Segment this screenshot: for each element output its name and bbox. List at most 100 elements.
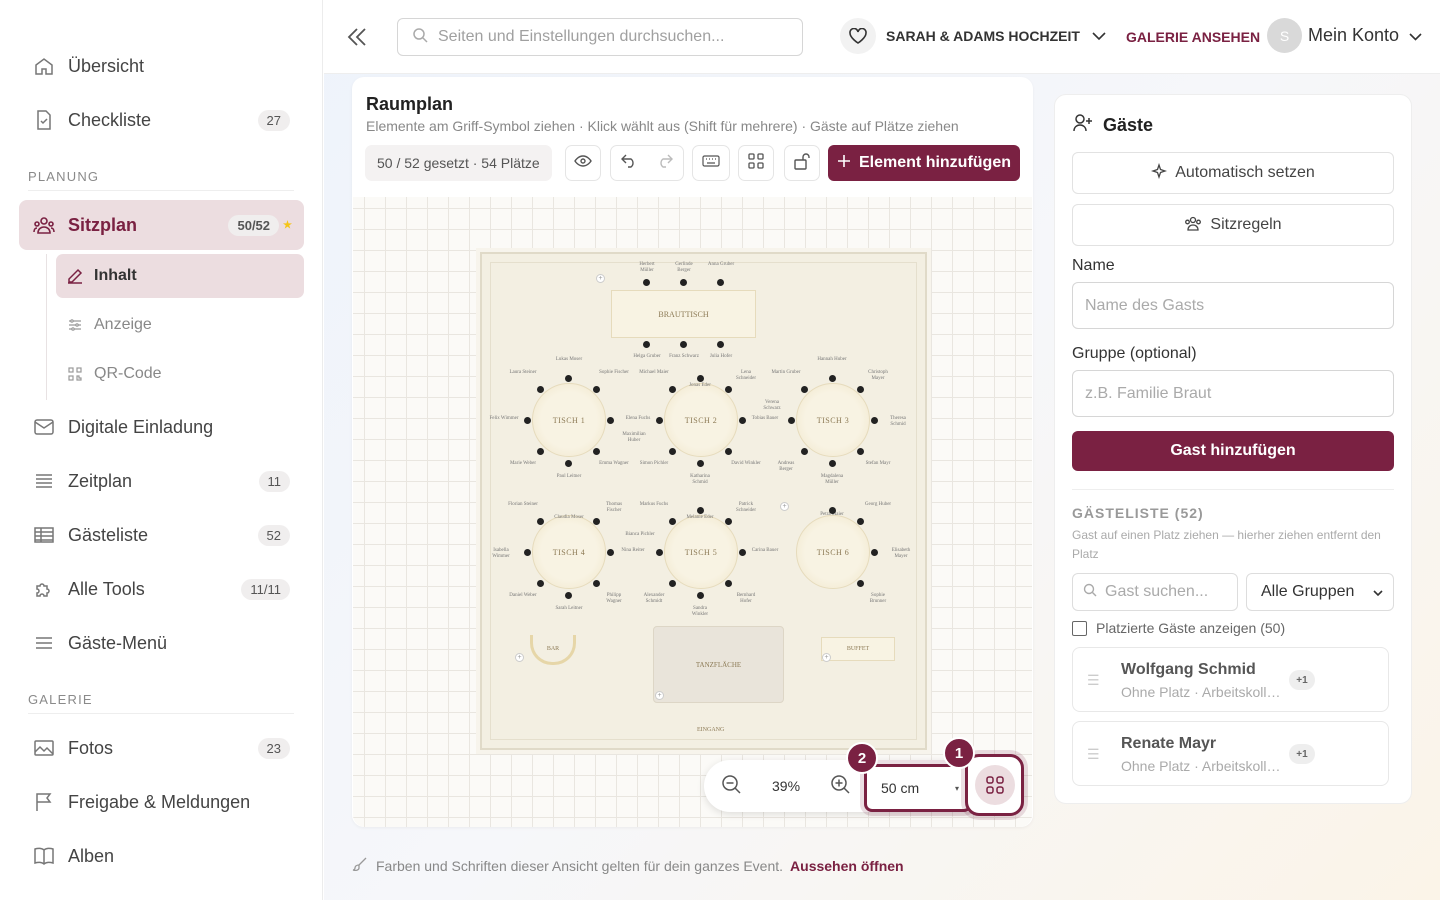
seat[interactable] [788,417,795,424]
seat[interactable] [697,460,704,467]
auto-assign-button[interactable]: Automatisch setzen [1072,152,1394,194]
nav-item-albums[interactable]: Alben [19,831,304,881]
seat[interactable] [680,279,687,286]
add-guest-button[interactable]: Gast hinzufügen [1072,431,1394,471]
nav-item-invitation[interactable]: Digitale Einladung [19,402,304,452]
table-6[interactable]: TISCH 6 [796,515,870,589]
visibility-button[interactable] [565,145,601,181]
seat[interactable] [607,417,614,424]
view-gallery-link[interactable]: GALERIE ANSEHEN [1126,29,1260,45]
seat[interactable] [537,580,544,587]
guest-group-input[interactable]: z.B. Familie Braut [1072,370,1394,417]
seat[interactable] [857,580,864,587]
seat[interactable] [643,279,650,286]
group-filter-select[interactable]: Alle Gruppen [1246,573,1394,611]
seat[interactable] [871,549,878,556]
seat[interactable] [524,549,531,556]
seat[interactable] [669,518,676,525]
nav-item-seating[interactable]: Sitzplan 50/52 ★ [19,200,304,250]
seat[interactable] [725,448,732,455]
seat[interactable] [643,341,650,348]
seat[interactable] [725,518,732,525]
subnav-item-display[interactable]: Anzeige [56,303,304,347]
nav-item-schedule[interactable]: Zeitplan 11 [19,456,304,506]
seat[interactable] [669,386,676,393]
seat[interactable] [524,417,531,424]
add-element-button[interactable]: Element hinzufügen [828,145,1020,181]
seat[interactable] [829,507,836,514]
plus-icon[interactable]: + [515,653,524,662]
seat[interactable] [565,375,572,382]
seat[interactable] [697,375,704,382]
guest-card[interactable]: ☰ Renate Mayr Ohne Platz · Arbeitskolleg… [1072,721,1389,786]
nav-item-photos[interactable]: Fotos 23 [19,723,304,773]
seat[interactable] [717,279,724,286]
seat[interactable] [725,386,732,393]
seat[interactable] [593,386,600,393]
seat[interactable] [656,417,663,424]
seat[interactable] [537,448,544,455]
drag-handle-icon[interactable]: ☰ [1087,746,1100,763]
seat[interactable] [607,549,614,556]
nav-item-overview[interactable]: Übersicht [19,41,304,91]
seat[interactable] [739,549,746,556]
drag-handle-icon[interactable]: ☰ [1087,672,1100,689]
seat[interactable] [680,341,687,348]
seat[interactable] [739,417,746,424]
keyboard-button[interactable] [692,145,730,181]
seat[interactable] [656,549,663,556]
seat[interactable] [593,448,600,455]
open-appearance-link[interactable]: Aussehen öffnen [790,858,904,874]
seat[interactable] [801,448,808,455]
nav-item-sharing[interactable]: Freigabe & Meldungen [19,777,304,827]
redo-icon[interactable] [657,154,673,173]
seat[interactable] [871,417,878,424]
lock-button[interactable] [784,145,820,181]
seat[interactable] [801,386,808,393]
seat[interactable] [537,518,544,525]
seat[interactable] [857,386,864,393]
account-menu[interactable]: S Mein Konto [1267,18,1422,53]
table-3[interactable]: TISCH 3 [796,383,870,457]
seat[interactable] [829,460,836,467]
grid-toggle-button[interactable] [965,754,1024,816]
nav-item-guestlist[interactable]: Gästeliste 52 [19,510,304,560]
seat[interactable] [717,341,724,348]
seat[interactable] [669,580,676,587]
nav-item-checklist[interactable]: Checkliste 27 [19,95,304,145]
grid-view-button[interactable] [738,145,774,181]
event-switcher[interactable]: SARAH & ADAMS HOCHZEIT [840,18,1106,54]
plus-icon[interactable]: + [596,274,605,283]
seat[interactable] [725,580,732,587]
seat[interactable] [565,460,572,467]
guest-card[interactable]: ☰ Wolfgang Schmid Ohne Platz · Arbeitsko… [1072,647,1389,712]
table-4[interactable]: TISCH 4 [532,515,606,589]
seat[interactable] [565,592,572,599]
nav-item-tools[interactable]: Alle Tools 11/11 [19,564,304,614]
undo-icon[interactable] [621,154,637,173]
plus-icon[interactable]: + [822,653,831,662]
seat[interactable] [669,448,676,455]
grid-size-select[interactable]: 50 cm ▾ [864,764,972,812]
seat[interactable] [697,592,704,599]
collapse-sidebar-icon[interactable] [346,26,368,53]
seat[interactable] [593,518,600,525]
checkbox[interactable] [1072,620,1087,636]
subnav-item-qr[interactable]: QR-Code [56,352,304,396]
seat[interactable] [537,386,544,393]
plus-icon[interactable]: + [655,691,664,700]
nav-item-guest-menu[interactable]: Gäste-Menü [19,618,304,668]
table-5[interactable]: TISCH 5 [664,515,738,589]
guest-name-input[interactable]: Name des Gasts [1072,282,1394,329]
buffet-element[interactable]: BUFFET [821,637,895,661]
seat[interactable] [697,507,704,514]
seating-rules-button[interactable]: Sitzregeln [1072,204,1394,246]
seat[interactable] [857,518,864,525]
table-2[interactable]: TISCH 2 [664,383,738,457]
head-table[interactable]: BRAUTTISCH [611,290,756,338]
guest-search-input[interactable]: Gast suchen... [1072,573,1238,611]
dance-floor[interactable]: TANZFLÄCHE [653,626,784,703]
plus-icon[interactable]: + [780,502,789,511]
subnav-item-content[interactable]: Inhalt [56,254,304,298]
show-placed-checkbox[interactable]: Platzierte Gäste anzeigen (50) [1072,620,1285,636]
